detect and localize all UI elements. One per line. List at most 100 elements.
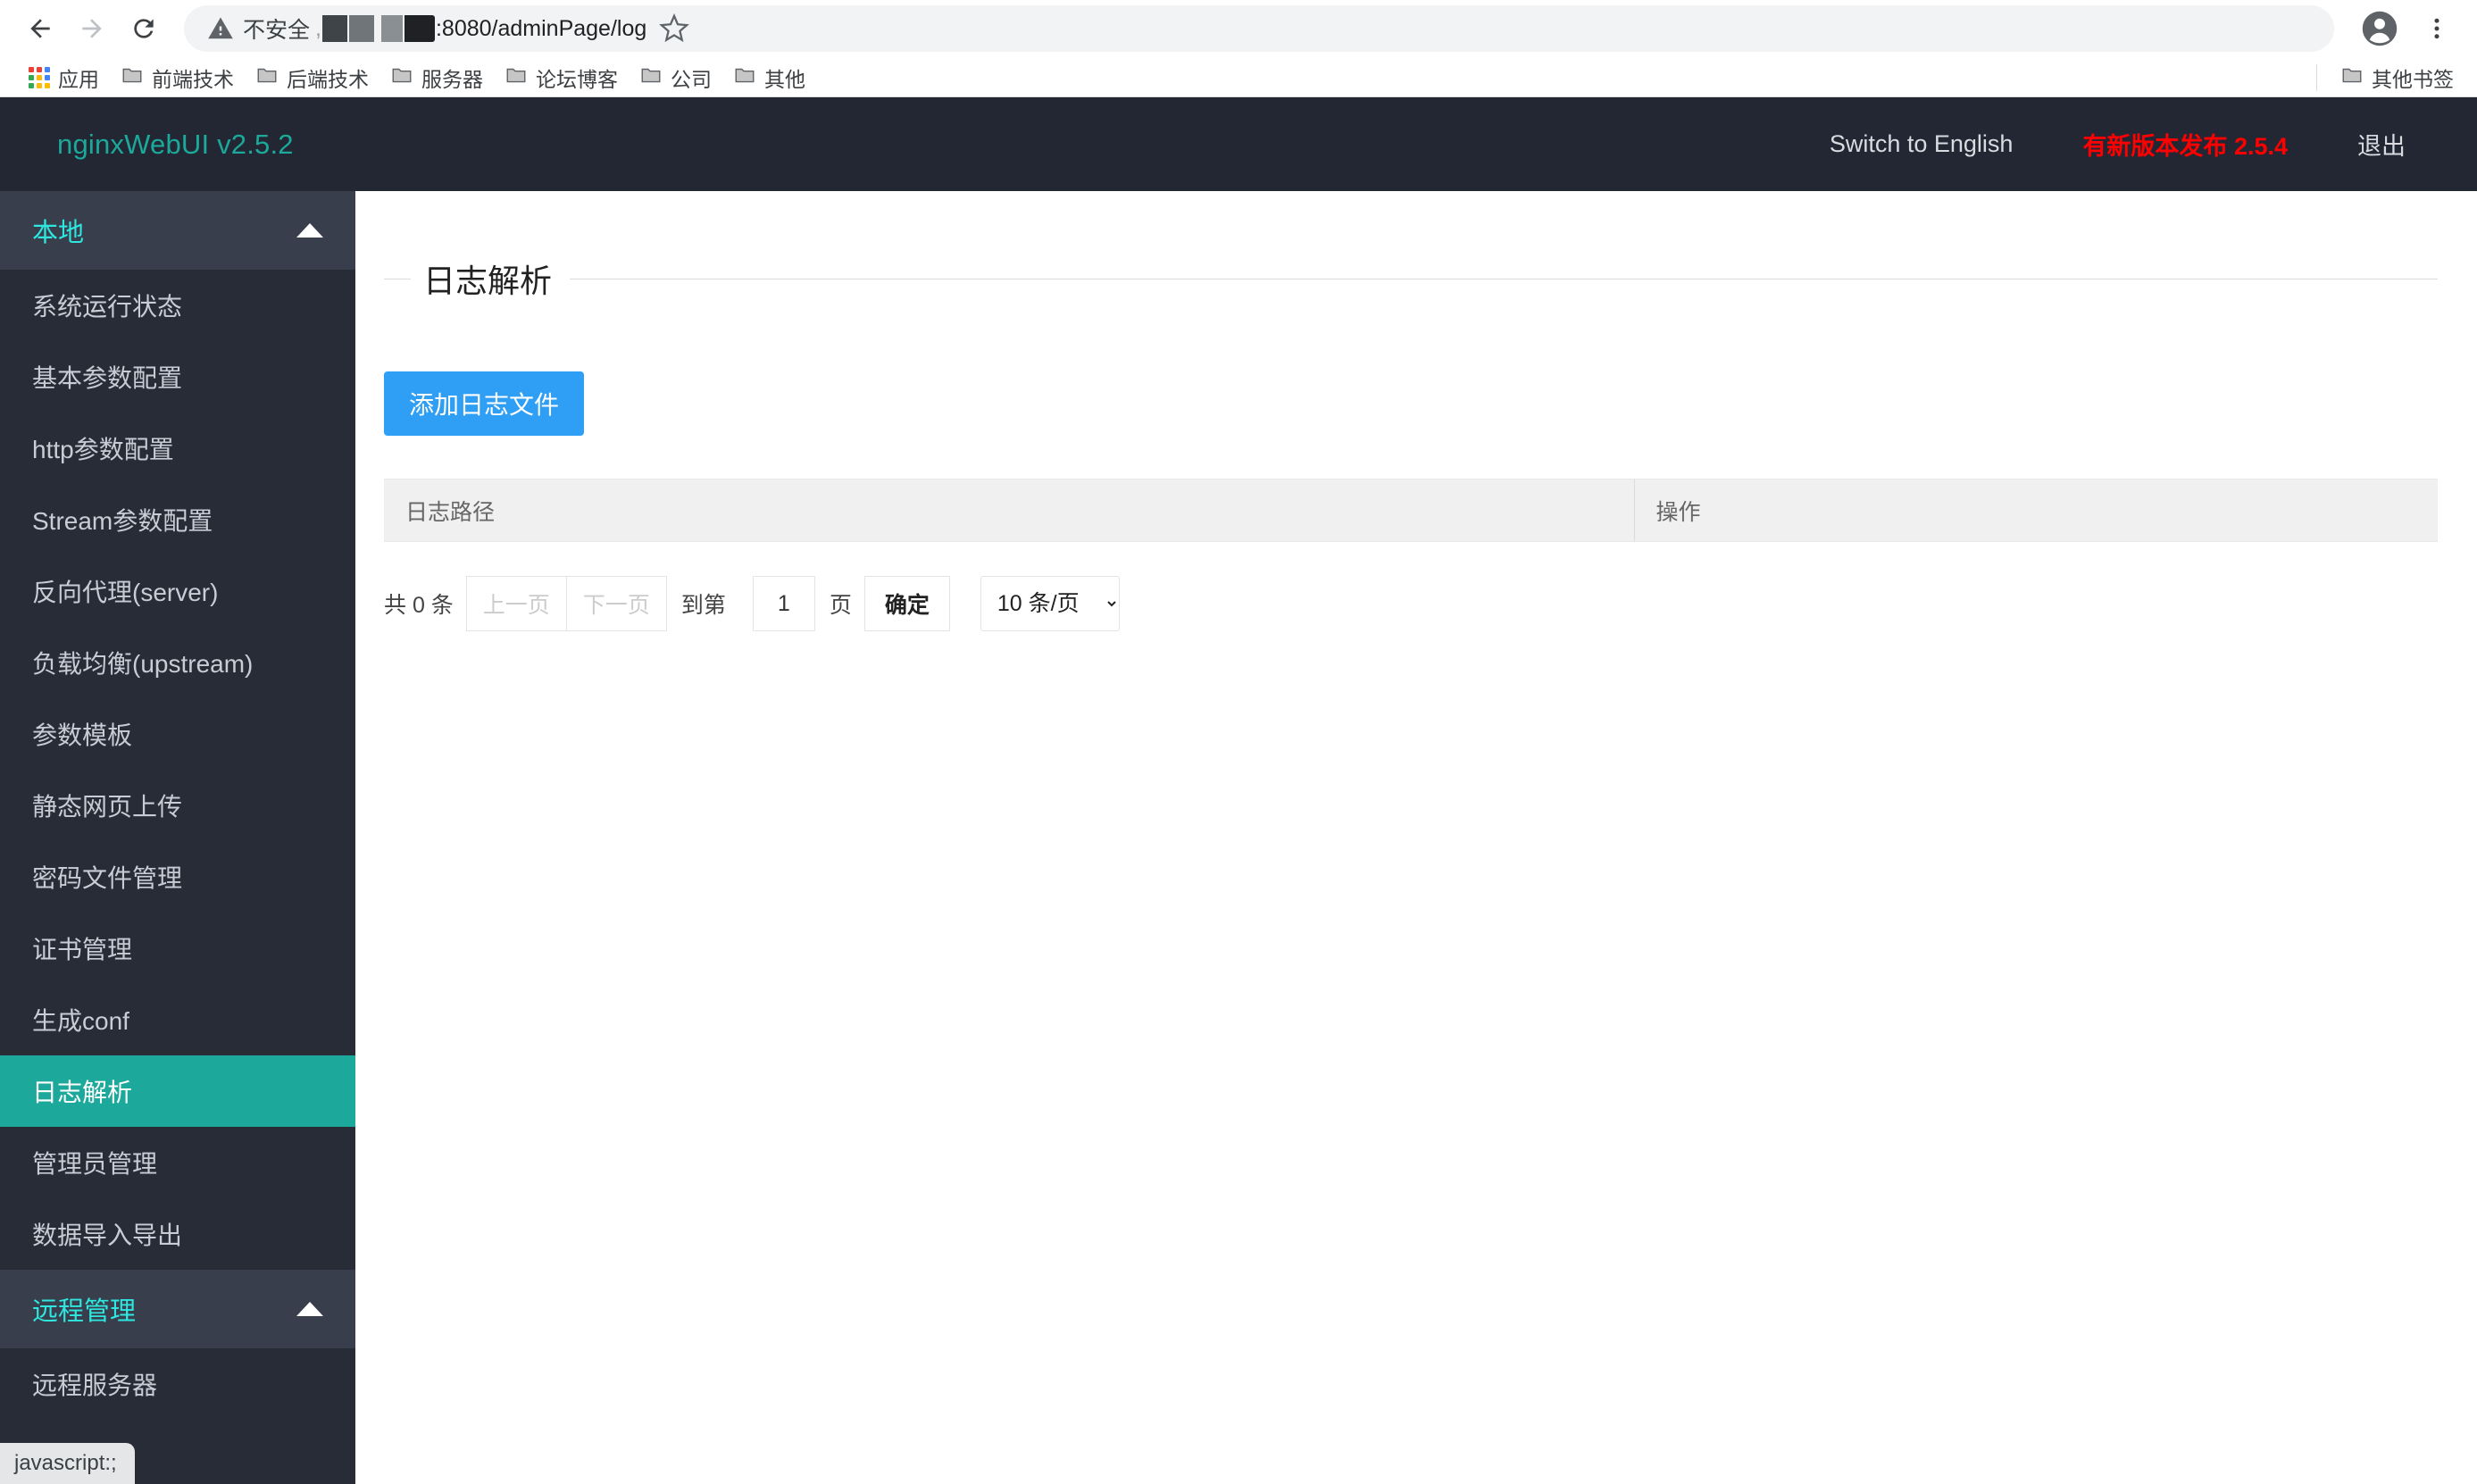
folder-icon	[255, 63, 279, 92]
bookmark-folder-other[interactable]: 其他	[722, 57, 816, 98]
sidebar-item-reverse-proxy[interactable]: 反向代理(server)	[0, 555, 355, 627]
add-log-file-button[interactable]: 添加日志文件	[384, 371, 585, 437]
browser-toolbar: 不安全 , :8080/adminPage/log	[0, 0, 2477, 57]
folder-icon	[639, 63, 663, 92]
bookmark-label: 后端技术	[287, 67, 369, 91]
sidebar-item-label: 管理员管理	[32, 1150, 158, 1178]
folder-icon	[121, 63, 144, 92]
logout-link[interactable]: 退出	[2357, 127, 2406, 162]
app-brand-title: nginxWebUI v2.5.2	[57, 128, 294, 160]
sidebar-group-label: 本地	[32, 219, 85, 247]
sidebar-item-admin-manage[interactable]: 管理员管理	[0, 1127, 355, 1198]
log-table-head: 日志路径 操作	[384, 479, 2438, 543]
url-redaction-block	[348, 15, 374, 42]
page-title: 日志解析	[423, 263, 553, 300]
sidebar-item-label: 反向代理(server)	[32, 579, 219, 606]
next-page-button[interactable]: 下一页	[566, 576, 667, 632]
sidebar-item-stream-params[interactable]: Stream参数配置	[0, 484, 355, 555]
log-table: 日志路径 操作	[384, 479, 2438, 543]
bookmark-folder-frontend[interactable]: 前端技术	[110, 57, 245, 98]
sidebar-item-label: 密码文件管理	[32, 864, 183, 892]
sidebar-item-generate-conf[interactable]: 生成conf	[0, 984, 355, 1055]
sidebar-item-data-import-export[interactable]: 数据导入导出	[0, 1198, 355, 1270]
address-bar[interactable]: 不安全 , :8080/adminPage/log	[184, 5, 2334, 52]
bookmark-folder-server[interactable]: 服务器	[379, 57, 494, 98]
pagination: 共 0 条 上一页 下一页 到第 页 确定 10 条/页 20 条/页 50 条…	[384, 576, 2438, 632]
table-header-row: 日志路径 操作	[384, 479, 2438, 543]
sidebar-item-log-analysis[interactable]: 日志解析	[0, 1055, 355, 1127]
warning-triangle-icon	[207, 15, 234, 42]
bookmarks-divider	[2316, 63, 2317, 91]
app-header: nginxWebUI v2.5.2 Switch to English 有新版本…	[0, 97, 2477, 191]
forward-arrow-icon[interactable]	[68, 4, 116, 53]
sidebar-group-label: 远程管理	[32, 1297, 137, 1326]
sidebar-item-label: 数据导入导出	[32, 1221, 183, 1249]
url-redaction-gap: ,	[315, 15, 321, 41]
url-redaction-block	[380, 15, 403, 42]
sidebar-item-label: 基本参数配置	[32, 364, 183, 392]
page-title-row: 日志解析	[384, 234, 2438, 323]
other-bookmarks-button[interactable]: 其他书签	[2330, 57, 2464, 98]
sidebar-group-remote[interactable]: 远程管理	[0, 1270, 355, 1348]
browser-chrome: 不安全 , :8080/adminPage/log 应用 前端技术 后端技术 服…	[0, 0, 2477, 97]
sidebar-item-param-template[interactable]: 参数模板	[0, 698, 355, 770]
goto-page-suffix: 页	[829, 593, 852, 619]
sidebar-item-label: Stream参数配置	[32, 507, 213, 535]
sidebar-group-local[interactable]: 本地	[0, 191, 355, 270]
new-version-link[interactable]: 有新版本发布 2.5.4	[2082, 127, 2288, 162]
folder-icon	[390, 63, 413, 92]
profile-avatar-icon[interactable]	[2356, 4, 2404, 53]
security-status-label: 不安全	[243, 18, 311, 43]
bookmark-folder-company[interactable]: 公司	[629, 57, 722, 98]
chevron-up-icon	[296, 1302, 323, 1316]
bookmark-apps[interactable]: 应用	[18, 57, 110, 98]
sidebar-item-label: 静态网页上传	[32, 793, 183, 821]
sidebar-item-label: 负载均衡(upstream)	[32, 650, 254, 678]
pagination-total: 共 0 条	[384, 593, 454, 619]
column-header-log-path: 日志路径	[384, 479, 1634, 543]
page-number-input[interactable]	[752, 576, 815, 632]
folder-icon	[505, 63, 528, 92]
main-content: 日志解析 添加日志文件 日志路径 操作 共 0 条 上一页 下一页 到第 1 页…	[355, 191, 2477, 1484]
back-arrow-icon[interactable]	[16, 4, 64, 53]
sidebar-item-http-params[interactable]: http参数配置	[0, 413, 355, 484]
bookmark-label: 其他	[764, 67, 805, 91]
status-bubble: javascript:;	[0, 1443, 135, 1484]
toolbar-right-icons	[2347, 4, 2461, 53]
bookmark-folder-forum-blog[interactable]: 论坛博客	[494, 57, 629, 98]
sidebar-item-load-balance[interactable]: 负载均衡(upstream)	[0, 627, 355, 698]
sidebar: 本地 系统运行状态 基本参数配置 http参数配置 Stream参数配置 反向代…	[0, 191, 355, 1484]
url-suffix: :8080/adminPage/log	[435, 15, 647, 41]
url-redaction-gap	[376, 15, 379, 42]
bookmark-label: 应用	[58, 67, 99, 91]
sidebar-item-static-upload[interactable]: 静态网页上传	[0, 770, 355, 841]
app-body: 本地 系统运行状态 基本参数配置 http参数配置 Stream参数配置 反向代…	[0, 191, 2477, 1484]
pagination-buttons: 上一页 下一页	[465, 576, 667, 632]
sidebar-item-password-file[interactable]: 密码文件管理	[0, 841, 355, 913]
sidebar-item-label: 生成conf	[32, 1007, 129, 1035]
goto-page-prefix: 到第	[680, 593, 726, 619]
page-size-select[interactable]: 10 条/页 20 条/页 50 条/页 100 条/页	[980, 576, 1120, 632]
confirm-page-button[interactable]: 确定	[863, 576, 950, 632]
sidebar-item-system-status[interactable]: 系统运行状态	[0, 270, 355, 341]
three-dot-menu-icon[interactable]	[2413, 4, 2461, 53]
chevron-up-icon	[296, 223, 323, 238]
url-redaction-block	[321, 15, 347, 42]
prev-page-button[interactable]: 上一页	[465, 576, 567, 632]
sidebar-item-remote-server[interactable]: 远程服务器	[0, 1348, 355, 1420]
bookmark-label: 论坛博客	[536, 67, 618, 91]
bookmark-folder-backend[interactable]: 后端技术	[245, 57, 379, 98]
star-icon[interactable]	[652, 6, 696, 51]
column-header-operation: 操作	[1633, 479, 2438, 543]
folder-icon	[733, 63, 756, 92]
switch-language-link[interactable]: Switch to English	[1830, 130, 2014, 158]
apps-grid-icon	[29, 66, 50, 88]
reload-icon[interactable]	[120, 4, 168, 53]
sidebar-item-basic-params[interactable]: 基本参数配置	[0, 341, 355, 413]
sidebar-item-cert-manage[interactable]: 证书管理	[0, 913, 355, 984]
bookmark-label: 前端技术	[152, 67, 234, 91]
browser-window: 不安全 , :8080/adminPage/log 应用 前端技术 后端技术 服…	[0, 0, 2477, 1484]
sidebar-item-label: 证书管理	[32, 936, 133, 963]
sidebar-item-label: http参数配置	[32, 436, 174, 463]
sidebar-item-label: 参数模板	[32, 721, 133, 749]
